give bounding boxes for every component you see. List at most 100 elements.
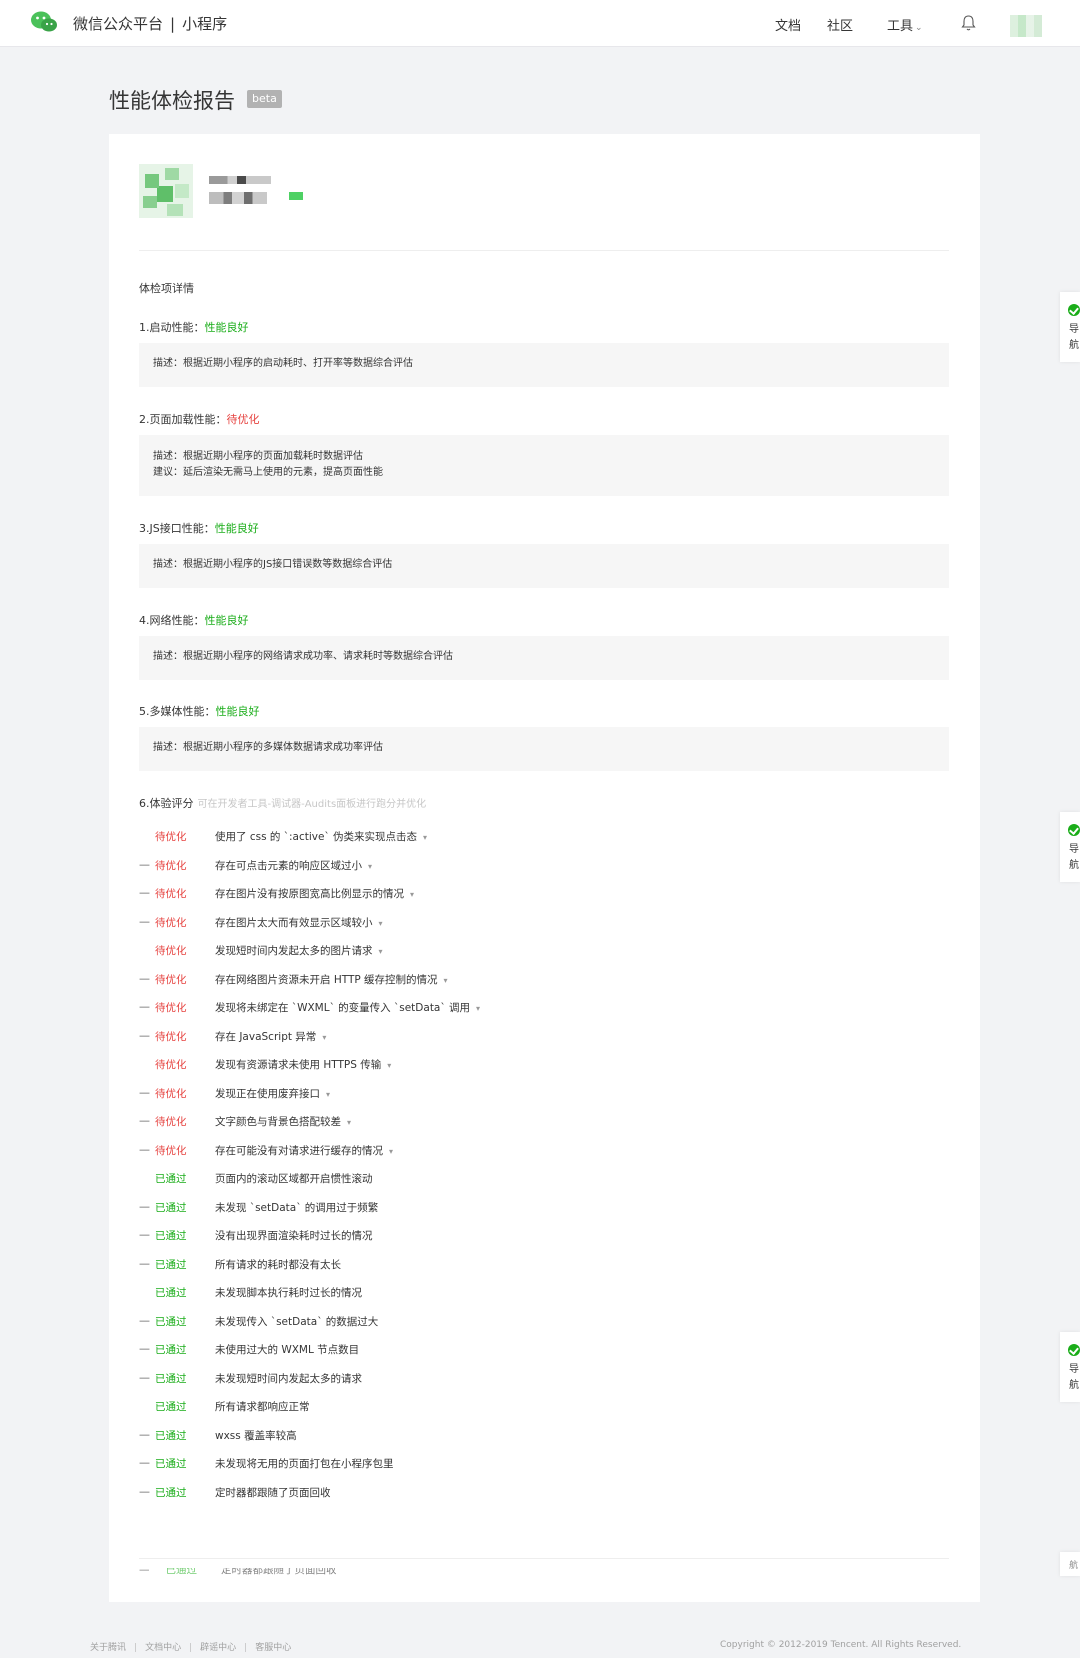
audit-text-label: 存在可点击元素的响应区域过小 bbox=[215, 859, 362, 872]
dash-marker: — bbox=[139, 1085, 150, 1099]
side-tab-text: 航 bbox=[1069, 1561, 1079, 1571]
audit-row: — 已通过 wxss 覆盖率较高 bbox=[139, 1422, 949, 1451]
status-badge: 待优化 bbox=[155, 1059, 187, 1071]
audit-text-label: 发现将未绑定在 `WXML` 的变量传入 `setData` 调用 bbox=[215, 1002, 470, 1014]
status-badge: 待优化 bbox=[155, 945, 187, 957]
wechat-logo-icon[interactable] bbox=[30, 10, 58, 34]
nav-tools-menu[interactable]: 工具 ⌄ bbox=[887, 15, 923, 34]
platform-brand[interactable]: 微信公众平台 | 小程序 bbox=[73, 13, 227, 34]
audit-text-label: 文字颜色与背景色搭配较差 bbox=[215, 1116, 341, 1128]
platform-name: 微信公众平台 bbox=[73, 15, 164, 33]
audit-text-label: wxss 覆盖率较高 bbox=[215, 1429, 297, 1442]
caret-down-icon[interactable]: ▾ bbox=[326, 1090, 330, 1099]
item-network-title: 4.网络性能：性能良好 bbox=[139, 612, 249, 628]
audit-row[interactable]: — 待优化 存在可点击元素的响应区域过小 ▾ bbox=[139, 852, 949, 881]
dash-marker: — bbox=[139, 1228, 150, 1241]
app-avatar bbox=[139, 164, 193, 218]
dash-marker: — bbox=[139, 886, 150, 899]
caret-down-icon[interactable]: ▾ bbox=[387, 1061, 391, 1070]
audit-row: — 已通过 未发现短时间内发起太多的请求 bbox=[139, 1365, 949, 1394]
audit-row[interactable]: 待优化 使用了 css 的 `:active` 伪类来实现点击态 ▾ bbox=[139, 823, 949, 852]
audit-row[interactable]: — 待优化 文字颜色与背景色搭配较差 ▾ bbox=[139, 1108, 949, 1137]
status-badge: 已通过 bbox=[155, 1429, 187, 1442]
audit-text[interactable]: 发现短时间内发起太多的图片请求 ▾ bbox=[215, 943, 383, 958]
audit-row[interactable]: — 待优化 发现正在使用废弃接口 ▾ bbox=[139, 1080, 949, 1109]
footer-link-rumor[interactable]: 辟谣中心 bbox=[200, 1643, 236, 1653]
audit-row[interactable]: — 待优化 存在图片没有按原图宽高比例显示的情况 ▾ bbox=[139, 880, 949, 909]
status-badge: 性能良好 bbox=[204, 614, 249, 627]
audit-text-label: 存在可能没有对请求进行缓存的情况 bbox=[215, 1144, 383, 1157]
dash-marker: — bbox=[139, 971, 150, 985]
audit-text[interactable]: 存在 JavaScript 异常 ▾ bbox=[215, 1029, 326, 1044]
item-experience-title: 6.体验评分 可在开发者工具-调试器-Audits面板进行跑分并优化 bbox=[139, 795, 426, 811]
status-badge: 待优化 bbox=[155, 1144, 187, 1157]
nav-community-link[interactable]: 社区 bbox=[827, 15, 853, 34]
audit-text[interactable]: 发现正在使用废弃接口 ▾ bbox=[215, 1086, 330, 1101]
audit-row[interactable]: — 待优化 存在网络图片资源未开启 HTTP 缓存控制的情况 ▾ bbox=[139, 966, 949, 995]
audit-row[interactable]: — 待优化 存在图片太大而有效显示区域较小 ▾ bbox=[139, 909, 949, 938]
audit-row: — 已通过 未发现 `setData` 的调用过于频繁 bbox=[139, 1194, 949, 1223]
footer-link-support[interactable]: 客服中心 bbox=[255, 1643, 291, 1653]
audit-text[interactable]: 发现将未绑定在 `WXML` 的变量传入 `setData` 调用 ▾ bbox=[215, 1000, 480, 1015]
side-nav-tab[interactable]: 导 航 bbox=[1060, 1332, 1080, 1402]
page-title: 性能体检报告 bbox=[109, 89, 235, 113]
check-circle-icon bbox=[1068, 1344, 1080, 1356]
audit-text: 定时器都跟随了页面回收 bbox=[215, 1485, 331, 1500]
dash-marker: — bbox=[139, 1256, 150, 1270]
audit-text-label: 使用了 css 的 `:active` 伪类来实现点击态 bbox=[215, 831, 418, 843]
audit-row[interactable]: — 待优化 存在 JavaScript 异常 ▾ bbox=[139, 1023, 949, 1052]
audit-text-label: 所有请求的耗时都没有太长 bbox=[215, 1258, 341, 1271]
user-avatar[interactable] bbox=[1010, 15, 1042, 37]
footer-link-docs[interactable]: 文档中心 bbox=[145, 1643, 181, 1653]
audit-text-label: 未发现脚本执行耗时过长的情况 bbox=[215, 1287, 362, 1299]
brand-separator: | bbox=[170, 15, 176, 33]
side-nav-tab[interactable]: 航 bbox=[1060, 1552, 1080, 1576]
status-badge: 已通过 bbox=[155, 1315, 187, 1328]
footer-separator: | bbox=[134, 1643, 138, 1653]
caret-down-icon[interactable]: ▾ bbox=[322, 1033, 326, 1042]
section-name: 小程序 bbox=[182, 15, 228, 33]
status-badge: 已通过 bbox=[155, 1486, 187, 1499]
caret-down-icon[interactable]: ▾ bbox=[347, 1118, 351, 1127]
side-nav-tab[interactable]: 导 航 bbox=[1060, 812, 1080, 882]
item-multimedia-description: 描述：根据近期小程序的多媒体数据请求成功率评估 bbox=[139, 727, 949, 771]
audit-text[interactable]: 文字颜色与背景色搭配较差 ▾ bbox=[215, 1114, 351, 1129]
audit-text[interactable]: 存在图片没有按原图宽高比例显示的情况 ▾ bbox=[215, 886, 414, 901]
audit-row[interactable]: 待优化 发现有资源请求未使用 HTTPS 传输 ▾ bbox=[139, 1051, 949, 1080]
audit-text-label: 未发现 `setData` 的调用过于频繁 bbox=[215, 1201, 379, 1214]
item-multimedia-title: 5.多媒体性能：性能良好 bbox=[139, 703, 260, 719]
audit-text: 所有请求的耗时都没有太长 bbox=[215, 1257, 341, 1272]
caret-down-icon[interactable]: ▾ bbox=[379, 947, 383, 956]
report-card: 体检项详情 1.启动性能：性能良好 描述：根据近期小程序的启动耗时、打开率等数据… bbox=[109, 134, 980, 1602]
audit-text[interactable]: 使用了 css 的 `:active` 伪类来实现点击态 ▾ bbox=[215, 829, 427, 844]
caret-down-icon[interactable]: ▾ bbox=[423, 833, 427, 842]
bell-icon[interactable] bbox=[960, 14, 977, 32]
caret-down-icon[interactable]: ▾ bbox=[444, 976, 448, 985]
status-badge: 待优化 bbox=[155, 1116, 187, 1128]
footer-link-about[interactable]: 关于腾讯 bbox=[90, 1643, 126, 1653]
audit-text[interactable]: 存在可点击元素的响应区域过小 ▾ bbox=[215, 858, 372, 873]
audit-text[interactable]: 发现有资源请求未使用 HTTPS 传输 ▾ bbox=[215, 1057, 391, 1072]
caret-down-icon[interactable]: ▾ bbox=[379, 919, 383, 928]
section-heading: 体检项详情 bbox=[139, 282, 194, 295]
caret-down-icon[interactable]: ▾ bbox=[368, 862, 372, 871]
dash-marker: — bbox=[139, 1342, 150, 1355]
status-badge: 已通过 bbox=[155, 1372, 187, 1385]
caret-down-icon[interactable]: ▾ bbox=[389, 1147, 393, 1156]
audit-text[interactable]: 存在网络图片资源未开启 HTTP 缓存控制的情况 ▾ bbox=[215, 972, 448, 987]
status-badge: 待优化 bbox=[155, 1030, 187, 1043]
audit-row[interactable]: 待优化 发现短时间内发起太多的图片请求 ▾ bbox=[139, 937, 949, 966]
caret-down-icon[interactable]: ▾ bbox=[410, 890, 414, 899]
audit-text[interactable]: 存在图片太大而有效显示区域较小 ▾ bbox=[215, 915, 383, 930]
caret-down-icon[interactable]: ▾ bbox=[476, 1004, 480, 1013]
status-badge: 已通过 bbox=[155, 1458, 187, 1470]
audit-row-partial: — 已通过 定时器都跟随了页面回收 bbox=[139, 1568, 639, 1578]
nav-docs-link[interactable]: 文档 bbox=[775, 15, 801, 34]
audit-text[interactable]: 存在可能没有对请求进行缓存的情况 ▾ bbox=[215, 1143, 393, 1158]
audit-row[interactable]: — 待优化 存在可能没有对请求进行缓存的情况 ▾ bbox=[139, 1137, 949, 1166]
audit-text-label: 所有请求都响应正常 bbox=[215, 1401, 310, 1413]
description-line: 描述：根据近期小程序的启动耗时、打开率等数据综合评估 bbox=[153, 358, 413, 369]
audit-row[interactable]: — 待优化 发现将未绑定在 `WXML` 的变量传入 `setData` 调用 ▾ bbox=[139, 994, 949, 1023]
side-nav-tab[interactable]: 导 航 bbox=[1060, 292, 1080, 362]
footer-links: 关于腾讯 | 文档中心 | 辟谣中心 | 客服中心 bbox=[90, 1640, 299, 1653]
